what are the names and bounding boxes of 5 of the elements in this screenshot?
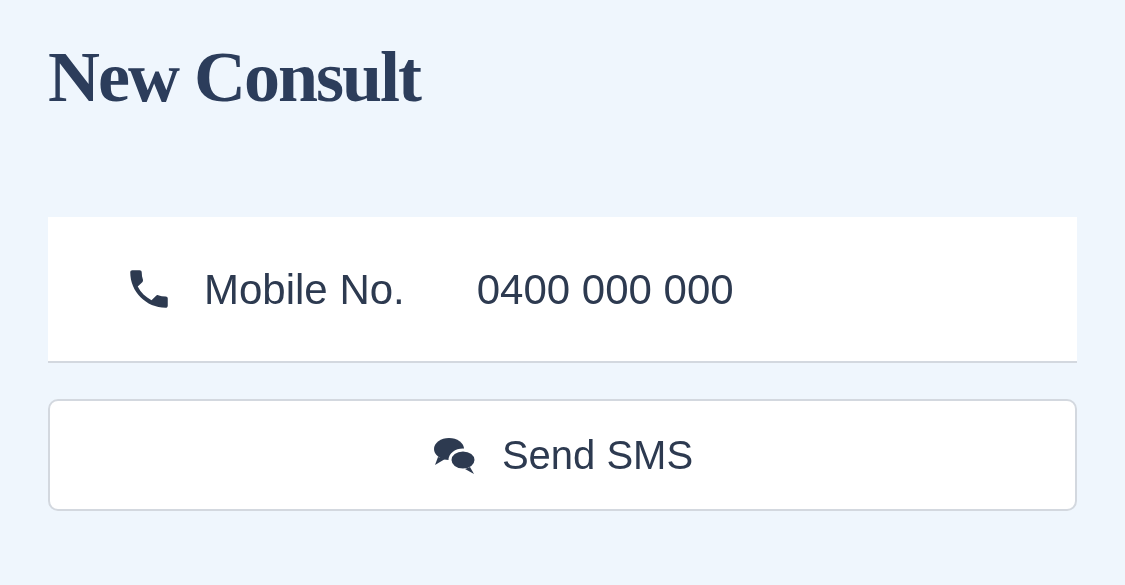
chat-icon: [431, 435, 478, 476]
mobile-field[interactable]: 0400 000 000: [476, 257, 977, 321]
page-title: New Consult: [48, 38, 423, 118]
mobile-label: Mobile No.: [204, 264, 405, 315]
send-sms-button[interactable]: Send SMS: [48, 399, 1077, 512]
